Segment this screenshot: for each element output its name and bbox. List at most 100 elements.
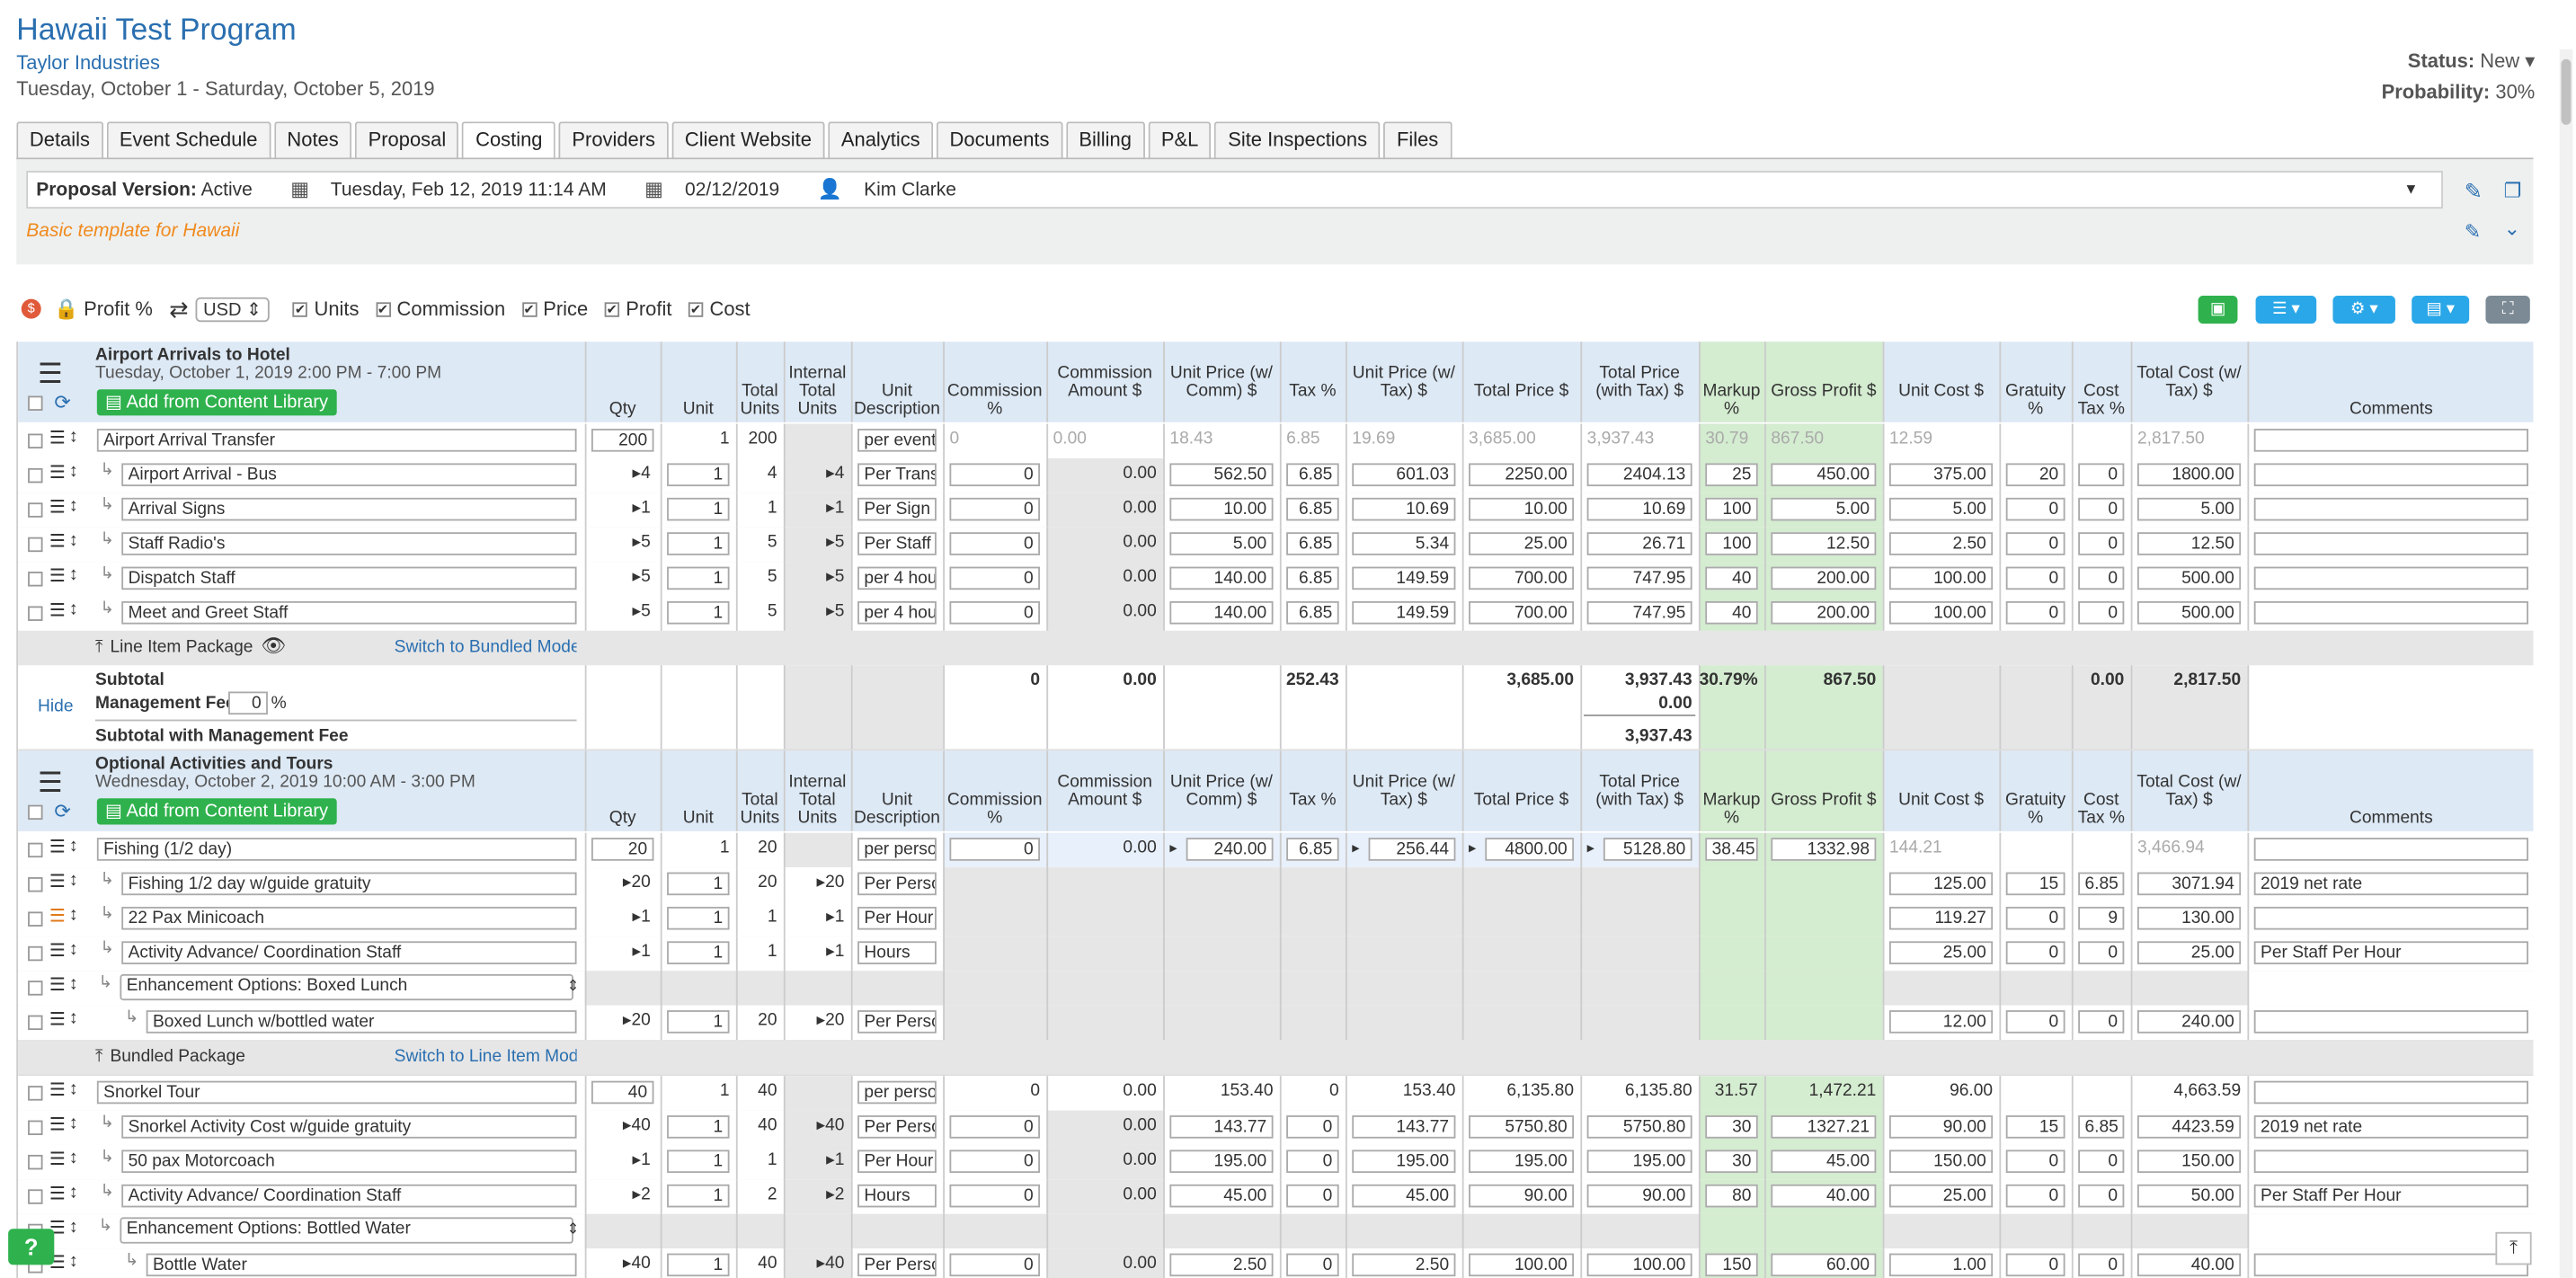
unit-cost-input[interactable]: 119.27 bbox=[1888, 906, 1994, 930]
row-menu-icon[interactable]: ☰ bbox=[49, 871, 66, 892]
unit-description-input[interactable]: per 4 hour bbox=[857, 600, 937, 625]
total-price-tax-input[interactable]: 5750.80 bbox=[1586, 1115, 1692, 1139]
tax-input[interactable]: 6.85 bbox=[1286, 838, 1339, 861]
total-cost-input[interactable]: 240.00 bbox=[2136, 1010, 2242, 1034]
row-drag-handle-icon[interactable]: ↕ bbox=[69, 496, 78, 516]
list-view-button[interactable]: ☰ ▾ bbox=[2255, 296, 2317, 324]
unit-input[interactable]: 1 bbox=[667, 1010, 730, 1034]
total-cost-input[interactable]: 5.00 bbox=[2136, 497, 2242, 521]
tab-documents[interactable]: Documents bbox=[936, 121, 1063, 160]
cost-checkbox[interactable]: ✔ bbox=[688, 301, 704, 316]
unit-price-comm-input[interactable]: 143.77 bbox=[1169, 1115, 1274, 1139]
unit-cost-input[interactable]: 150.00 bbox=[1888, 1149, 1994, 1174]
row-drag-handle-icon[interactable]: ↕ bbox=[69, 565, 78, 585]
unit-cost-input[interactable]: 12.00 bbox=[1888, 1010, 1994, 1034]
unit-description-input[interactable]: Per Sign bbox=[857, 497, 937, 521]
row-drag-handle-icon[interactable]: ↕ bbox=[69, 599, 78, 619]
scroll-top-button[interactable]: ⤒ bbox=[2495, 1231, 2532, 1265]
enhancement-options-select[interactable]: Enhancement Options: Boxed Lunch bbox=[120, 973, 573, 1001]
row-menu-icon[interactable]: ☰ bbox=[49, 940, 66, 961]
commission-input[interactable]: 0 bbox=[949, 838, 1040, 861]
comments-input[interactable] bbox=[2253, 1080, 2528, 1105]
proposal-version-select[interactable]: Proposal Version: Active ▦ Tuesday, Feb … bbox=[26, 171, 2443, 209]
gratuity-input[interactable]: 0 bbox=[2005, 1149, 2065, 1174]
row-drag-handle-icon[interactable]: ↕ bbox=[69, 1008, 78, 1028]
row-drag-handle-icon[interactable]: ↕ bbox=[69, 836, 78, 856]
row-menu-icon[interactable]: ☰ bbox=[49, 905, 66, 927]
unit-price-tax-input[interactable]: 10.69 bbox=[1352, 497, 1456, 521]
gross-profit-input[interactable]: 12.50 bbox=[1771, 532, 1877, 555]
unit-input[interactable]: 1 bbox=[667, 1184, 730, 1208]
line-item-name[interactable]: Fishing (1/2 day) bbox=[96, 838, 577, 861]
currency-select[interactable]: USD ⇕ bbox=[194, 296, 271, 322]
row-menu-icon[interactable]: ☰ bbox=[49, 1183, 66, 1204]
markup-input[interactable]: 30 bbox=[1705, 1149, 1758, 1174]
gross-profit-input[interactable]: 60.00 bbox=[1771, 1253, 1877, 1277]
unit-input[interactable]: 1 bbox=[667, 941, 730, 964]
lock-icon[interactable]: 🔒 bbox=[54, 297, 78, 321]
comments-input[interactable]: Per Staff Per Hour bbox=[2253, 941, 2528, 964]
unit-description-input[interactable]: Per Hour bbox=[857, 1149, 937, 1174]
commission-checkbox[interactable]: ✔ bbox=[375, 301, 391, 316]
gratuity-input[interactable]: 0 bbox=[2005, 600, 2065, 625]
line-item-name[interactable]: Airport Arrival - Bus bbox=[121, 463, 577, 487]
enhancement-options-select[interactable]: Enhancement Options: Bottled Water bbox=[120, 1217, 573, 1244]
total-price-input[interactable]: 10.00 bbox=[1469, 497, 1575, 521]
markup-input[interactable]: 40 bbox=[1705, 600, 1758, 625]
refresh-icon[interactable]: ⟳ bbox=[54, 800, 70, 823]
total-cost-input[interactable]: 500.00 bbox=[2136, 566, 2242, 590]
unit-description-input[interactable]: Per Transf bbox=[857, 463, 937, 487]
total-cost-input[interactable]: 50.00 bbox=[2136, 1184, 2242, 1208]
line-item-name[interactable]: Snorkel Activity Cost w/guide gratuity bbox=[121, 1115, 577, 1139]
tax-input[interactable]: 6.85 bbox=[1286, 600, 1339, 625]
row-checkbox[interactable] bbox=[28, 842, 43, 858]
refresh-icon[interactable]: ⟳ bbox=[54, 391, 70, 414]
document-export-button[interactable]: ▤ ▾ bbox=[2412, 296, 2470, 324]
hide-subtotal-link[interactable]: Hide bbox=[38, 697, 73, 716]
total-cost-input[interactable]: 40.00 bbox=[2136, 1253, 2242, 1277]
gratuity-input[interactable]: 0 bbox=[2005, 941, 2065, 964]
unit-description-input[interactable]: Per Persoı bbox=[857, 1010, 937, 1034]
unit-input[interactable]: 1 bbox=[667, 1149, 730, 1174]
total-price-tax-input[interactable]: 195.00 bbox=[1586, 1149, 1692, 1174]
total-cost-input[interactable]: 4423.59 bbox=[2136, 1115, 2242, 1139]
gratuity-input[interactable]: 0 bbox=[2005, 1253, 2065, 1277]
tab-files[interactable]: Files bbox=[1383, 121, 1452, 160]
tax-input[interactable]: 6.85 bbox=[1286, 566, 1339, 590]
tab-costing[interactable]: Costing bbox=[462, 121, 556, 162]
edit-pencil-icon[interactable]: ✎ bbox=[2465, 179, 2483, 205]
comments-input[interactable] bbox=[2253, 906, 2528, 930]
total-price-tax-input[interactable]: 100.00 bbox=[1586, 1253, 1692, 1277]
cost-tax-input[interactable]: 0 bbox=[2078, 1149, 2125, 1174]
row-menu-icon[interactable]: ☰ bbox=[49, 1008, 66, 1030]
comments-input[interactable] bbox=[2253, 463, 2528, 487]
total-cost-input[interactable]: 12.50 bbox=[2136, 532, 2242, 555]
total-price-input[interactable]: 90.00 bbox=[1469, 1184, 1575, 1208]
row-checkbox[interactable] bbox=[28, 537, 43, 553]
unit-input[interactable]: 1 bbox=[667, 532, 730, 555]
total-price-tax-input[interactable]: 747.95 bbox=[1586, 566, 1692, 590]
comments-input[interactable]: 2019 net rate bbox=[2253, 872, 2528, 896]
row-checkbox[interactable] bbox=[28, 1015, 43, 1031]
add-section-button[interactable]: ▣ bbox=[2198, 296, 2238, 324]
commission-input[interactable]: 0 bbox=[949, 566, 1040, 590]
section-list-icon[interactable]: ☰ bbox=[38, 358, 63, 391]
commission-input[interactable]: 0 bbox=[949, 1115, 1040, 1139]
row-drag-handle-icon[interactable]: ↕ bbox=[69, 462, 78, 482]
row-checkbox[interactable] bbox=[28, 1086, 43, 1101]
row-checkbox[interactable] bbox=[28, 572, 43, 587]
row-drag-handle-icon[interactable]: ↕ bbox=[69, 530, 78, 550]
company-link[interactable]: Taylor Industries bbox=[16, 51, 160, 75]
tab-site-inspections[interactable]: Site Inspections bbox=[1214, 121, 1381, 160]
cost-tax-input[interactable]: 9 bbox=[2078, 906, 2125, 930]
line-item-name[interactable]: Bottle Water bbox=[146, 1253, 577, 1277]
management-fee-input[interactable]: 0 bbox=[228, 691, 268, 715]
unit-price-tax-input[interactable]: 2.50 bbox=[1352, 1253, 1456, 1277]
tax-input[interactable]: 6.85 bbox=[1286, 497, 1339, 521]
tab-billing[interactable]: Billing bbox=[1065, 121, 1145, 160]
total-price-input[interactable]: 100.00 bbox=[1469, 1253, 1575, 1277]
unit-description-input[interactable]: Hours bbox=[857, 1184, 937, 1208]
comments-input[interactable] bbox=[2253, 838, 2528, 861]
unit-description-input[interactable]: Per Persoı bbox=[857, 1115, 937, 1139]
total-cost-input[interactable]: 130.00 bbox=[2136, 906, 2242, 930]
